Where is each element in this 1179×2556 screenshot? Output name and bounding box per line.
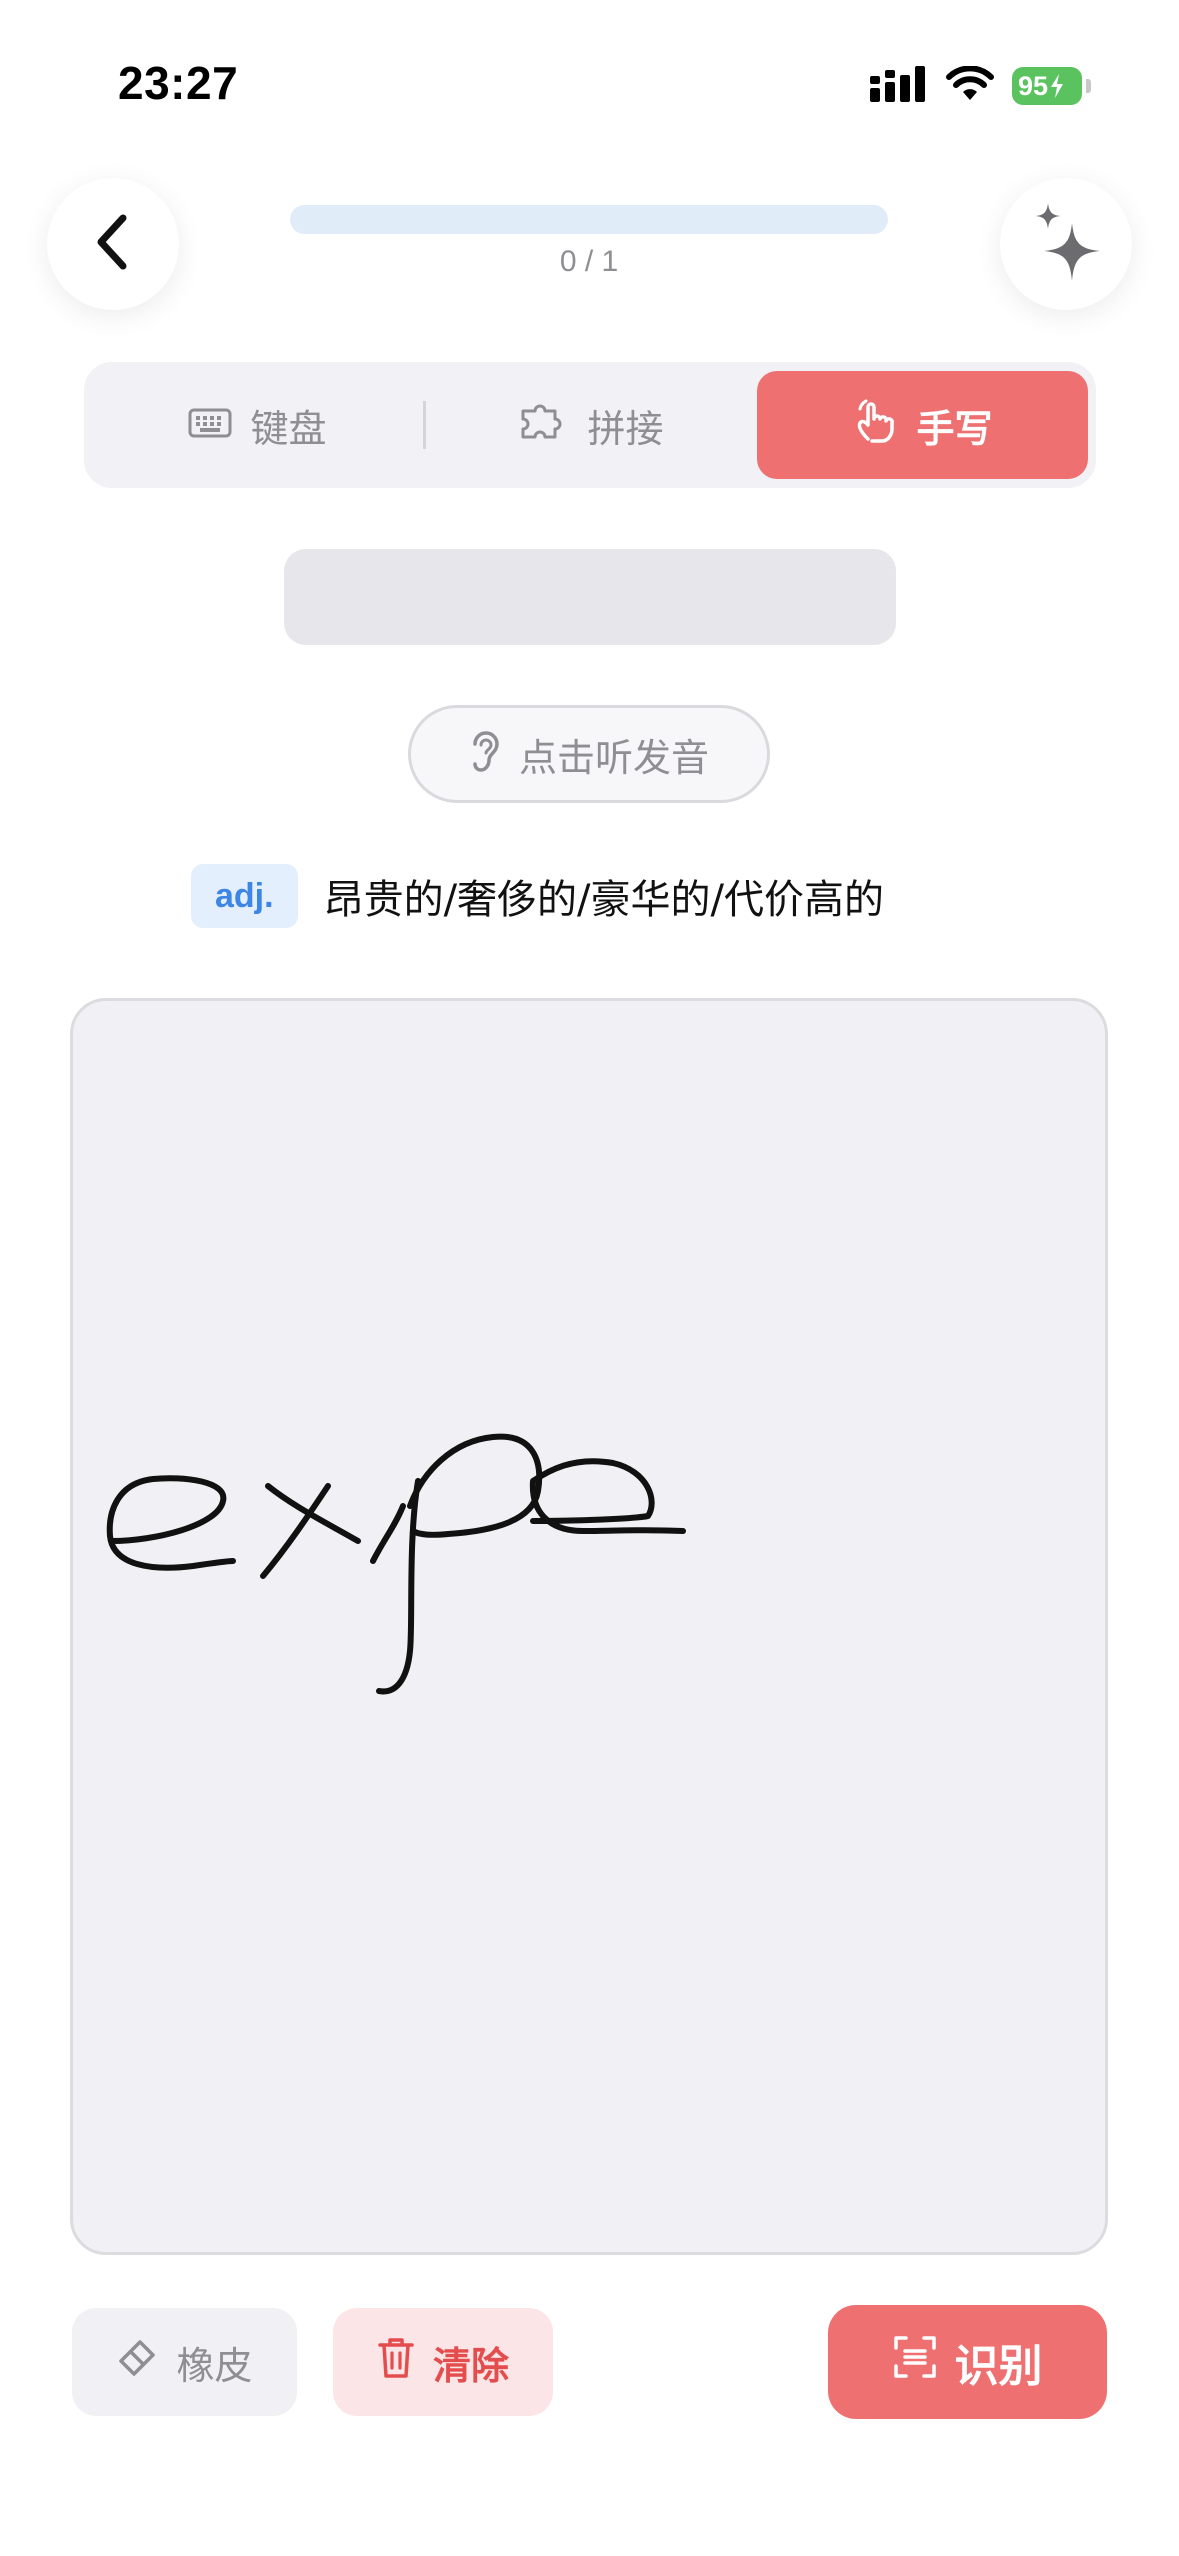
handwriting-strokes: [106, 1433, 686, 1695]
clear-button[interactable]: 清除: [333, 2308, 553, 2416]
answer-placeholder: [284, 549, 896, 645]
keyboard-icon: [188, 403, 232, 447]
handwriting-practice-screen: 23:27 95 0 / 1 键盘 拼接 手写 点击听发音 adj. 昂贵的/奢…: [0, 0, 1179, 2556]
part-of-speech-badge: adj.: [191, 864, 298, 928]
word-meaning: 昂贵的/奢侈的/豪华的/代价高的: [323, 877, 885, 923]
progress-text: 0 / 1: [559, 245, 619, 278]
mode-keyboard[interactable]: 键盘: [92, 371, 423, 479]
sparkles-icon: [1028, 201, 1104, 287]
battery-cap: [1086, 79, 1091, 93]
back-button[interactable]: [47, 178, 179, 310]
eraser-label: 橡皮: [176, 2343, 253, 2388]
puzzle-icon: [519, 401, 569, 450]
hand-pointer-icon: [852, 399, 898, 452]
eraser-icon: [116, 2337, 158, 2388]
status-icons: 95: [870, 65, 1091, 106]
progress-bar: [290, 205, 888, 234]
definition-row: adj. 昂贵的/奢侈的/豪华的/代价高的: [191, 864, 884, 928]
signal-icon: [870, 66, 928, 106]
wifi-icon: [946, 65, 994, 106]
chevron-left-icon: [93, 212, 133, 276]
mode-puzzle[interactable]: 拼接: [426, 371, 757, 479]
eraser-button[interactable]: 橡皮: [72, 2308, 297, 2416]
pronounce-button[interactable]: 点击听发音: [408, 705, 770, 803]
mode-keyboard-label: 键盘: [250, 406, 327, 451]
pronounce-label: 点击听发音: [518, 735, 709, 780]
recognize-label: 识别: [954, 2341, 1043, 2392]
handwriting-canvas[interactable]: [70, 998, 1108, 2255]
recognize-button[interactable]: 识别: [828, 2305, 1107, 2419]
trash-icon: [377, 2336, 415, 2389]
status-time: 23:27: [118, 57, 239, 109]
clear-label: 清除: [432, 2343, 509, 2388]
magic-hint-button[interactable]: [1000, 178, 1132, 310]
ear-icon: [469, 728, 503, 781]
mode-handwrite[interactable]: 手写: [757, 371, 1088, 479]
input-mode-switcher: 键盘 拼接 手写: [84, 362, 1096, 488]
scan-text-icon: [893, 2335, 937, 2390]
battery-level: 95: [1018, 70, 1049, 101]
battery-charging-icon: 95: [1012, 67, 1082, 105]
mode-puzzle-label: 拼接: [587, 406, 664, 451]
mode-handwrite-label: 手写: [916, 406, 993, 451]
